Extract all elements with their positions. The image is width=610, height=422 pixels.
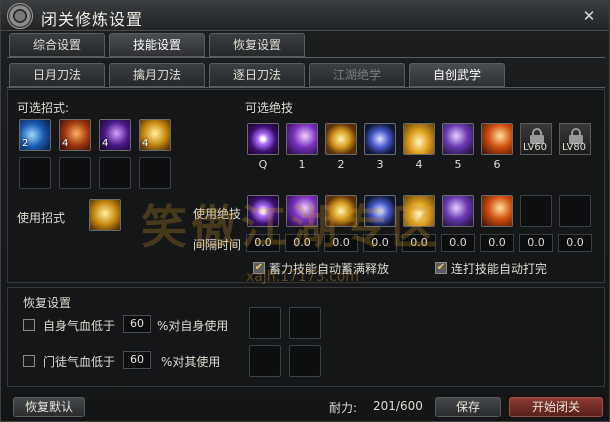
interval-input[interactable]: 0.0	[519, 234, 553, 252]
pet-heal-suffix: %对其使用	[161, 355, 221, 369]
purple-beam-icon[interactable]	[247, 123, 279, 155]
save-button[interactable]: 保存	[435, 397, 501, 417]
recovery-title: 恢复设置	[23, 296, 72, 310]
fire-warrior-icon[interactable]: 4	[59, 119, 91, 151]
watermark-text: 笑傲江湖专区	[141, 200, 441, 254]
flame-burst-icon[interactable]	[481, 195, 513, 227]
ultimates-title: 可选绝技	[245, 101, 294, 115]
hotkey-label: 1	[298, 158, 306, 171]
golden-wave-icon[interactable]	[403, 123, 435, 155]
durability-value: 201/600	[373, 399, 423, 413]
blue-slash-icon[interactable]: 2	[19, 119, 51, 151]
purple-crescent-icon[interactable]: 4	[99, 119, 131, 151]
ultimate-empty-slot[interactable]	[559, 195, 591, 227]
self-heal-threshold-input[interactable]: 60	[123, 315, 151, 333]
moves-title: 可选招式:	[17, 101, 70, 115]
blue-vortex-icon[interactable]	[364, 123, 396, 155]
flame-burst-icon[interactable]	[481, 123, 513, 155]
move-empty-slot[interactable]	[59, 157, 91, 189]
golden-strike-icon[interactable]	[89, 199, 121, 231]
self-heal-item-slot[interactable]	[289, 307, 321, 339]
pet-heal-threshold-input[interactable]: 60	[123, 351, 151, 369]
hotkey-label: 2	[337, 158, 345, 171]
interval-input[interactable]: 0.0	[480, 234, 514, 252]
hotkey-label: 3	[376, 158, 384, 171]
tab-divider	[7, 57, 605, 58]
ultimate-empty-slot[interactable]	[520, 195, 552, 227]
subtab-jianghu[interactable]: 江湖绝学	[309, 63, 405, 87]
title-bar[interactable]: 闭关修炼设置 ✕	[1, 1, 609, 31]
subtab-zhuri[interactable]: 逐日刀法	[209, 63, 305, 87]
locked-slot-lv60: LV60	[520, 123, 552, 155]
move-empty-slot[interactable]	[99, 157, 131, 189]
locked-slot-lv80: LV80	[559, 123, 591, 155]
window-title: 闭关修炼设置	[41, 10, 144, 29]
combo-checkbox[interactable]: ✔	[435, 262, 447, 274]
hotkey-label: Q	[258, 158, 268, 171]
pet-heal-item-slot[interactable]	[249, 345, 281, 377]
hotkey-label: 5	[454, 158, 462, 171]
self-heal-prefix: 自身气血低于	[43, 319, 116, 333]
self-heal-suffix: %对自身使用	[157, 319, 229, 333]
use-moves-label: 使用招式	[17, 211, 66, 225]
tab-recovery[interactable]: 恢复设置	[209, 33, 305, 57]
subtab-riyue[interactable]: 日月刀法	[9, 63, 105, 87]
subtab-qinyue[interactable]: 擒月刀法	[109, 63, 205, 87]
lightning-icon[interactable]	[442, 195, 474, 227]
reset-defaults-button[interactable]: 恢复默认	[13, 397, 85, 417]
subtab-custom[interactable]: 自创武学	[409, 63, 505, 87]
golden-strike-icon[interactable]: 4	[139, 119, 171, 151]
pet-heal-prefix: 门徒气血低于	[43, 355, 116, 369]
hotkey-label: 6	[493, 158, 501, 171]
interval-input[interactable]: 0.0	[558, 234, 592, 252]
pet-heal-checkbox[interactable]	[23, 355, 35, 367]
combo-option-label: 连打技能自动打完	[451, 262, 548, 276]
pet-heal-item-slot[interactable]	[289, 345, 321, 377]
violet-blades-icon[interactable]	[286, 123, 318, 155]
hotkey-label: 4	[415, 158, 423, 171]
subtab-divider	[7, 87, 605, 88]
self-heal-item-slot[interactable]	[249, 307, 281, 339]
close-button[interactable]: ✕	[579, 6, 599, 26]
move-empty-slot[interactable]	[19, 157, 51, 189]
lightning-icon[interactable]	[442, 123, 474, 155]
seclusion-settings-window: 闭关修炼设置 ✕ 综合设置 技能设置 恢复设置 日月刀法 擒月刀法 逐日刀法 江…	[0, 0, 610, 422]
self-heal-checkbox[interactable]	[23, 319, 35, 331]
gear-icon	[7, 3, 33, 29]
move-empty-slot[interactable]	[139, 157, 171, 189]
tab-general[interactable]: 综合设置	[9, 33, 105, 57]
start-seclusion-button[interactable]: 开始闭关	[509, 397, 603, 417]
watermark-url: xajh.17173.com	[246, 269, 359, 285]
golden-whirl-icon[interactable]	[325, 123, 357, 155]
interval-input[interactable]: 0.0	[441, 234, 475, 252]
tab-skills[interactable]: 技能设置	[109, 33, 205, 57]
durability-label: 耐力:	[329, 401, 358, 415]
